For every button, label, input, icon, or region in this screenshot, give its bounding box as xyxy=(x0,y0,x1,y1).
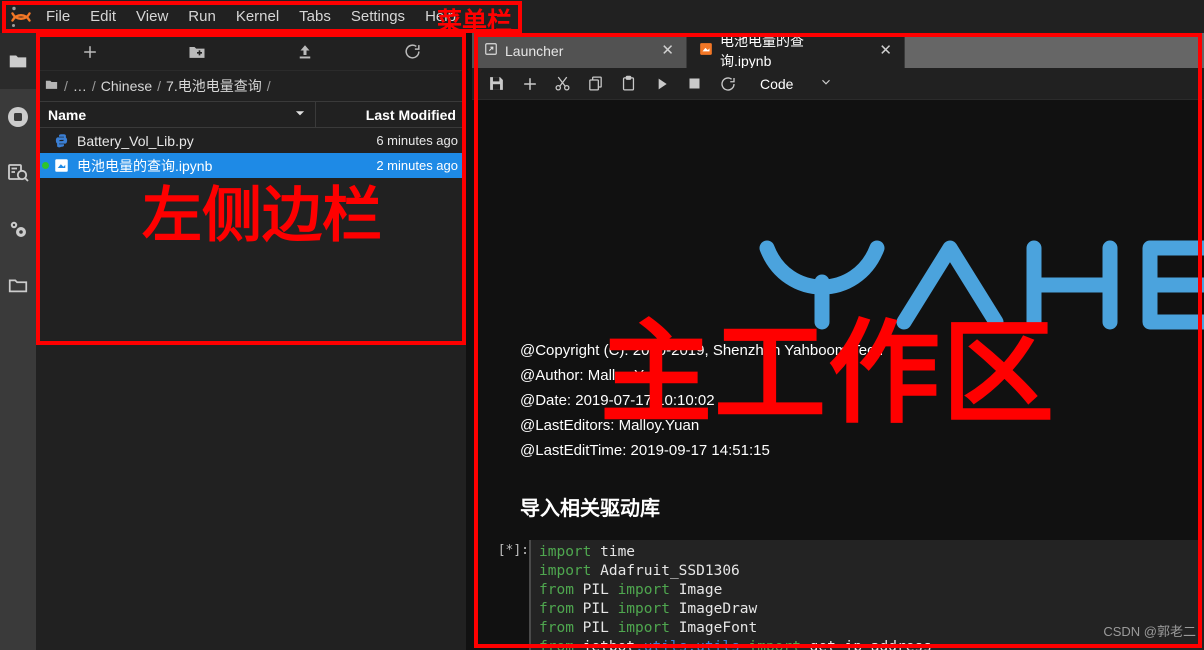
cut-button[interactable] xyxy=(546,68,579,100)
code-line: from PIL import ImageDraw xyxy=(539,601,758,617)
new-folder-button[interactable] xyxy=(144,33,252,71)
breadcrumb-item-current[interactable]: 7.电池电量查询 xyxy=(166,76,262,96)
tab-notebook-label: 电池电量的查询.ipynb xyxy=(720,32,804,69)
breadcrumb-sep-2: / xyxy=(91,78,96,94)
paste-button[interactable] xyxy=(612,68,645,100)
launcher-icon xyxy=(484,42,498,59)
cell-prompt: [*]: xyxy=(497,543,529,558)
upload-button[interactable] xyxy=(251,33,359,71)
breadcrumb-sep-4: / xyxy=(266,78,271,94)
tab-launcher-label: Launcher xyxy=(505,42,564,59)
menu-item-run[interactable]: Run xyxy=(178,4,226,29)
sidebar-item-file-browser[interactable] xyxy=(0,33,36,89)
menu-item-tabs[interactable]: Tabs xyxy=(289,4,341,29)
menu-item-view[interactable]: View xyxy=(126,4,178,29)
code-line: import Adafruit_SSD1306 xyxy=(539,563,740,579)
run-button[interactable] xyxy=(645,68,678,100)
tab-notebook[interactable]: 电池电量的查询.ipynb ✕ xyxy=(687,32,905,69)
breadcrumb-sep-3: / xyxy=(157,78,162,94)
menu-bar: File Edit View Run Kernel Tabs Settings … xyxy=(0,0,1204,33)
cell-type-dropdown[interactable]: Code xyxy=(754,75,839,92)
markdown-line: @LastEditTime: 2019-09-17 14:51:15 xyxy=(520,442,770,459)
stop-button[interactable] xyxy=(678,68,711,100)
menu-item-settings[interactable]: Settings xyxy=(341,4,415,29)
markdown-line: @Author: Malloy.Yuan xyxy=(520,367,669,384)
sidebar-item-extensions[interactable] xyxy=(0,201,36,257)
file-name: 电池电量的查询.ipynb xyxy=(77,157,213,174)
file-browser-toolbar xyxy=(36,33,466,71)
cell-type-label: Code xyxy=(760,75,794,92)
main-work-area: Launcher ✕ 电池电量的查询.ipynb ✕ Code @Copyrig… xyxy=(472,33,1204,650)
notebook-toolbar: Code xyxy=(472,68,1204,100)
chevron-down-icon xyxy=(819,75,833,92)
jupyter-logo-icon xyxy=(6,2,36,32)
list-item[interactable]: Battery_Vol_Lib.py 6 minutes ago xyxy=(36,128,466,153)
markdown-line: @Copyright (C): 2010-2019, Shenzhen Yahb… xyxy=(520,342,883,359)
jupyterlab-window: File Edit View Run Kernel Tabs Settings … xyxy=(0,0,1204,650)
close-icon[interactable]: ✕ xyxy=(879,43,892,58)
breadcrumb-item-chinese[interactable]: Chinese xyxy=(101,78,152,94)
watermark: CSDN @郭老二 xyxy=(1103,624,1196,639)
breadcrumb-ellipsis[interactable]: … xyxy=(73,78,87,94)
list-item[interactable]: 电池电量的查询.ipynb 2 minutes ago xyxy=(36,153,466,178)
sidebar-item-open-tabs[interactable] xyxy=(0,257,36,313)
markdown-line: @Date: 2019-07-17 10:10:02 xyxy=(520,392,715,409)
copy-button[interactable] xyxy=(579,68,612,100)
tab-launcher[interactable]: Launcher ✕ xyxy=(472,33,687,68)
code-cell[interactable]: [*]: import time import Adafruit_SSD1306f… xyxy=(472,540,1204,650)
tab-bar: Launcher ✕ 电池电量的查询.ipynb ✕ xyxy=(472,32,1204,69)
close-icon[interactable]: ✕ xyxy=(661,43,674,58)
column-header-last-modified[interactable]: Last Modified xyxy=(316,107,466,123)
markdown-line: @LastEditors: Malloy.Yuan xyxy=(520,417,700,434)
breadcrumb-sep-1: / xyxy=(64,78,68,94)
markdown-heading[interactable]: 导入相关驱动库 xyxy=(520,492,660,521)
menu-item-edit[interactable]: Edit xyxy=(80,4,126,29)
file-list: Battery_Vol_Lib.py 6 minutes ago 电池电量的查询… xyxy=(36,128,466,650)
menu-item-help[interactable]: Help xyxy=(415,4,466,29)
python-file-icon xyxy=(51,133,71,148)
yahboom-logo xyxy=(752,230,1204,340)
save-button[interactable] xyxy=(480,68,513,100)
running-indicator xyxy=(42,162,49,169)
file-browser-panel: / … / Chinese / 7.电池电量查询 / Name Last Mod… xyxy=(36,33,466,650)
menu-item-file[interactable]: File xyxy=(36,4,80,29)
file-name: Battery_Vol_Lib.py xyxy=(77,132,194,149)
tab-bar-empty-space xyxy=(905,33,1204,68)
notebook-file-icon xyxy=(699,42,713,59)
chevron-down-icon xyxy=(293,106,307,123)
notebook-file-icon xyxy=(51,158,71,173)
code-line: import time xyxy=(539,544,636,560)
file-modified: 2 minutes ago xyxy=(376,158,458,173)
insert-cell-button[interactable] xyxy=(513,68,546,100)
new-launcher-button[interactable] xyxy=(36,33,144,71)
file-list-header: Name Last Modified xyxy=(36,101,466,128)
breadcrumb-home-icon[interactable] xyxy=(44,77,59,95)
breadcrumb[interactable]: / … / Chinese / 7.电池电量查询 / xyxy=(36,71,466,101)
menu-item-kernel[interactable]: Kernel xyxy=(226,4,289,29)
sidebar-item-running-sessions[interactable] xyxy=(0,89,36,145)
refresh-button[interactable] xyxy=(359,33,467,71)
column-header-name[interactable]: Name xyxy=(36,102,316,127)
file-modified: 6 minutes ago xyxy=(376,133,458,148)
column-header-name-label: Name xyxy=(48,106,87,123)
restart-kernel-button[interactable] xyxy=(711,68,744,100)
notebook-content[interactable]: @Copyright (C): 2010-2019, Shenzhen Yahb… xyxy=(472,100,1204,650)
sidebar-item-commands[interactable] xyxy=(0,145,36,201)
activity-bar xyxy=(0,33,36,650)
code-line: from PIL import Image xyxy=(539,582,723,598)
markdown-cell[interactable]: @Copyright (C): 2010-2019, Shenzhen Yahb… xyxy=(520,338,883,463)
